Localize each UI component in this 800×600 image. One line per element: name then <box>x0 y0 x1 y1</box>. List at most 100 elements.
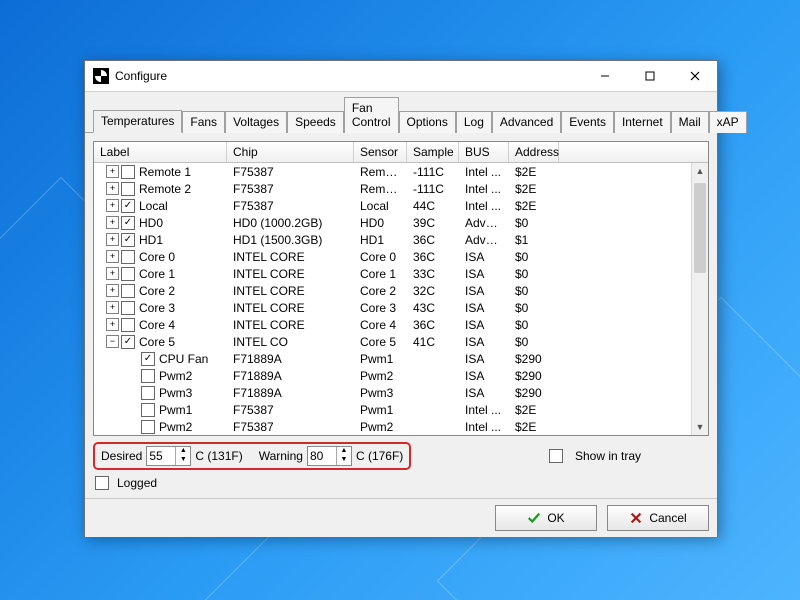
row-checkbox[interactable] <box>121 284 135 298</box>
spin-up-icon[interactable]: ▲ <box>176 447 190 456</box>
row-checkbox[interactable] <box>121 216 135 230</box>
cancel-button[interactable]: Cancel <box>607 505 709 531</box>
col-address[interactable]: Address <box>509 142 559 162</box>
col-sensor[interactable]: Sensor <box>354 142 407 162</box>
spin-up-icon[interactable]: ▲ <box>337 447 351 456</box>
warning-input[interactable] <box>308 449 336 463</box>
row-label: Core 2 <box>139 284 175 298</box>
row-label: Remote 1 <box>139 165 191 179</box>
titlebar[interactable]: Configure <box>85 61 717 92</box>
table-row[interactable]: +HD0HD0 (1000.2GB)HD039CAdvS...$0 <box>94 214 708 231</box>
row-chip: INTEL CORE <box>227 301 354 315</box>
expand-icon[interactable]: + <box>106 284 119 297</box>
row-checkbox[interactable] <box>141 352 155 366</box>
tab-fans[interactable]: Fans <box>182 111 225 133</box>
minimize-button[interactable] <box>582 61 627 91</box>
row-label: Pwm3 <box>159 386 192 400</box>
table-row[interactable]: Pwm3F71889APwm3ISA$290 <box>94 384 708 401</box>
table-row[interactable]: +LocalF75387Local44CIntel ...$2E <box>94 197 708 214</box>
table-row[interactable]: +Core 3INTEL CORECore 343CISA$0 <box>94 299 708 316</box>
row-checkbox[interactable] <box>121 335 135 349</box>
tab-internet[interactable]: Internet <box>614 111 671 133</box>
row-label-cell: +Core 1 <box>94 267 227 281</box>
close-button[interactable] <box>672 61 717 91</box>
tab-mail[interactable]: Mail <box>671 111 709 133</box>
scroll-thumb[interactable] <box>694 183 706 273</box>
col-chip[interactable]: Chip <box>227 142 354 162</box>
row-label: Core 0 <box>139 250 175 264</box>
col-bus[interactable]: BUS <box>459 142 509 162</box>
collapse-icon[interactable]: − <box>106 335 119 348</box>
scroll-down-icon[interactable]: ▼ <box>692 419 708 435</box>
ok-button[interactable]: OK <box>495 505 597 531</box>
row-bus: ISA <box>459 335 509 349</box>
table-row[interactable]: Pwm2F75387Pwm2Intel ...$2E <box>94 418 708 435</box>
row-checkbox[interactable] <box>121 301 135 315</box>
table-row[interactable]: +Remote 1F75387Remot...-111CIntel ...$2E <box>94 163 708 180</box>
show-in-tray-checkbox[interactable] <box>549 449 563 463</box>
desired-spinner[interactable]: ▲▼ <box>146 446 191 466</box>
table-row[interactable]: +HD1HD1 (1500.3GB)HD136CAdvS...$1 <box>94 231 708 248</box>
expand-icon[interactable]: + <box>106 182 119 195</box>
tab-events[interactable]: Events <box>561 111 614 133</box>
row-checkbox[interactable] <box>121 267 135 281</box>
logged-checkbox[interactable] <box>95 476 109 490</box>
tab-options[interactable]: Options <box>399 111 456 133</box>
col-sample[interactable]: Sample <box>407 142 459 162</box>
desired-input[interactable] <box>147 449 175 463</box>
row-chip: INTEL CO <box>227 335 354 349</box>
row-sample: 36C <box>407 233 459 247</box>
row-sensor: Local <box>354 199 407 213</box>
col-label[interactable]: Label <box>94 142 227 162</box>
row-bus: ISA <box>459 386 509 400</box>
row-addr: $0 <box>509 216 559 230</box>
table-row[interactable]: CPU FanF71889APwm1ISA$290 <box>94 350 708 367</box>
row-addr: $0 <box>509 267 559 281</box>
table-row[interactable]: +Core 2INTEL CORECore 232CISA$0 <box>94 282 708 299</box>
tab-temperatures[interactable]: Temperatures <box>93 110 182 133</box>
table-row[interactable]: +Core 4INTEL CORECore 436CISA$0 <box>94 316 708 333</box>
tab-speeds[interactable]: Speeds <box>287 111 344 133</box>
desired-label: Desired <box>101 449 142 463</box>
row-checkbox[interactable] <box>141 369 155 383</box>
row-checkbox[interactable] <box>121 182 135 196</box>
tab-log[interactable]: Log <box>456 111 492 133</box>
tab-voltages[interactable]: Voltages <box>225 111 287 133</box>
expand-icon[interactable]: + <box>106 250 119 263</box>
row-checkbox[interactable] <box>141 386 155 400</box>
grid-rows[interactable]: +Remote 1F75387Remot...-111CIntel ...$2E… <box>94 163 708 435</box>
tab-xap[interactable]: xAP <box>709 111 747 133</box>
spin-down-icon[interactable]: ▼ <box>176 456 190 465</box>
scroll-up-icon[interactable]: ▲ <box>692 163 708 179</box>
row-checkbox[interactable] <box>121 318 135 332</box>
row-label-cell: +Local <box>94 199 227 213</box>
row-bus: Intel ... <box>459 182 509 196</box>
spin-down-icon[interactable]: ▼ <box>337 456 351 465</box>
expand-icon[interactable]: + <box>106 318 119 331</box>
table-row[interactable]: +Remote 2F75387Remot...-111CIntel ...$2E <box>94 180 708 197</box>
expand-icon[interactable]: + <box>106 233 119 246</box>
table-row[interactable]: Pwm2F71889APwm2ISA$290 <box>94 367 708 384</box>
table-row[interactable]: +Core 1INTEL CORECore 133CISA$0 <box>94 265 708 282</box>
table-row[interactable]: +Core 0INTEL CORECore 036CISA$0 <box>94 248 708 265</box>
maximize-button[interactable] <box>627 61 672 91</box>
expand-icon[interactable]: + <box>106 216 119 229</box>
expand-icon[interactable]: + <box>106 267 119 280</box>
expand-icon[interactable]: + <box>106 165 119 178</box>
row-checkbox[interactable] <box>121 250 135 264</box>
expand-icon[interactable]: + <box>106 199 119 212</box>
row-checkbox[interactable] <box>121 165 135 179</box>
warning-spinner[interactable]: ▲▼ <box>307 446 352 466</box>
row-checkbox[interactable] <box>141 403 155 417</box>
tab-advanced[interactable]: Advanced <box>492 111 561 133</box>
client-area: Label Chip Sensor Sample BUS Address +Re… <box>85 133 717 498</box>
row-bus: ISA <box>459 318 509 332</box>
table-row[interactable]: Pwm1F75387Pwm1Intel ...$2E <box>94 401 708 418</box>
expand-icon[interactable]: + <box>106 301 119 314</box>
row-checkbox[interactable] <box>121 199 135 213</box>
table-row[interactable]: −Core 5INTEL COCore 541CISA$0 <box>94 333 708 350</box>
row-checkbox[interactable] <box>121 233 135 247</box>
tab-fan-control[interactable]: Fan Control <box>344 97 399 133</box>
vertical-scrollbar[interactable]: ▲ ▼ <box>691 163 708 435</box>
row-checkbox[interactable] <box>141 420 155 434</box>
